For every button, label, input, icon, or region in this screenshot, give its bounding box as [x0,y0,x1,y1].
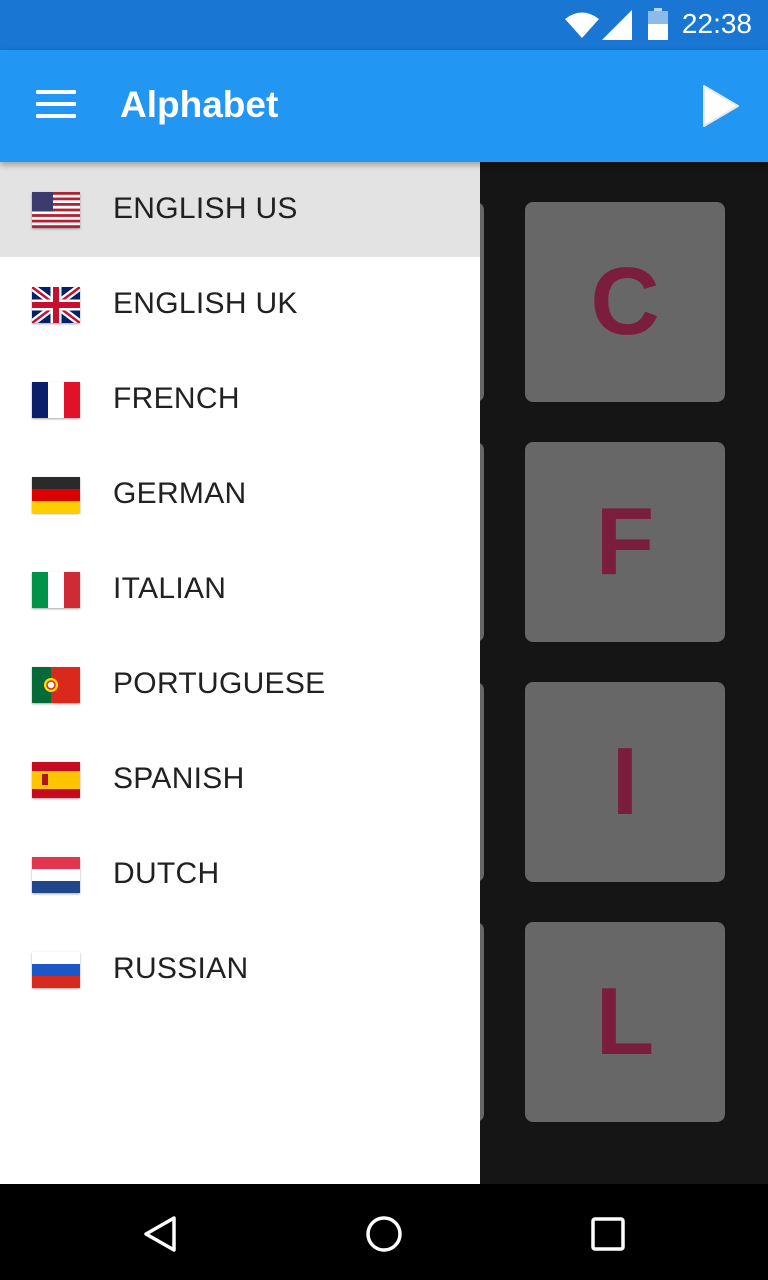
drawer-item-italian[interactable]: ITALIAN [0,542,480,637]
page-title: Alphabet [120,84,279,125]
france-flag-icon [32,382,80,418]
drawer-item-label: DUTCH [113,857,220,890]
status-bar: 22:38 [0,0,768,50]
drawer-item-english-uk[interactable]: ENGLISH UK [0,257,480,352]
drawer-item-russian[interactable]: RUSSIAN [0,922,480,1017]
drawer-item-label: ENGLISH US [113,192,298,225]
letter-tile[interactable]: L [525,922,725,1122]
back-icon[interactable] [140,1214,180,1254]
wifi-icon [565,12,599,38]
drawer-item-label: ITALIAN [113,572,227,605]
us-flag-icon [32,192,80,228]
tile-letter: L [595,968,655,1075]
drawer-item-dutch[interactable]: DUTCH [0,827,480,922]
tile-letter: F [595,488,655,595]
letter-tile[interactable]: C [525,202,725,402]
home-icon[interactable] [364,1214,404,1254]
drawer-item-label: RUSSIAN [113,952,249,985]
russia-flag-icon [32,952,80,988]
drawer-item-english-us[interactable]: ENGLISH US [0,162,480,257]
spain-flag-icon [32,762,80,798]
tile-letter: C [590,248,660,355]
germany-flag-icon [32,477,80,513]
drawer-item-label: GERMAN [113,477,247,510]
drawer-item-portuguese[interactable]: PORTUGUESE [0,637,480,732]
tile-letter: I [611,728,639,835]
navigation-drawer: ENGLISH US ENGLISH UK FRENCH GERMAN ITAL… [0,162,480,1184]
drawer-item-german[interactable]: GERMAN [0,447,480,542]
italy-flag-icon [32,572,80,608]
letter-tile[interactable]: I [525,682,725,882]
signal-icon [602,10,632,40]
netherlands-flag-icon [32,857,80,893]
letter-tile[interactable]: F [525,442,725,642]
status-time: 22:38 [681,8,752,39]
drawer-item-label: PORTUGUESE [113,667,326,700]
drawer-item-french[interactable]: FRENCH [0,352,480,447]
app-bar: Alphabet [0,50,768,162]
drawer-item-spanish[interactable]: SPANISH [0,732,480,827]
hamburger-menu-icon[interactable] [36,90,76,122]
system-navigation-bar [0,1184,768,1280]
play-icon[interactable] [700,84,740,128]
battery-icon [648,8,668,40]
recents-icon[interactable] [590,1214,626,1254]
drawer-item-label: ENGLISH UK [113,287,298,320]
uk-flag-icon [32,287,80,323]
drawer-item-label: FRENCH [113,382,240,415]
portugal-flag-icon [32,667,80,703]
drawer-item-label: SPANISH [113,762,245,795]
